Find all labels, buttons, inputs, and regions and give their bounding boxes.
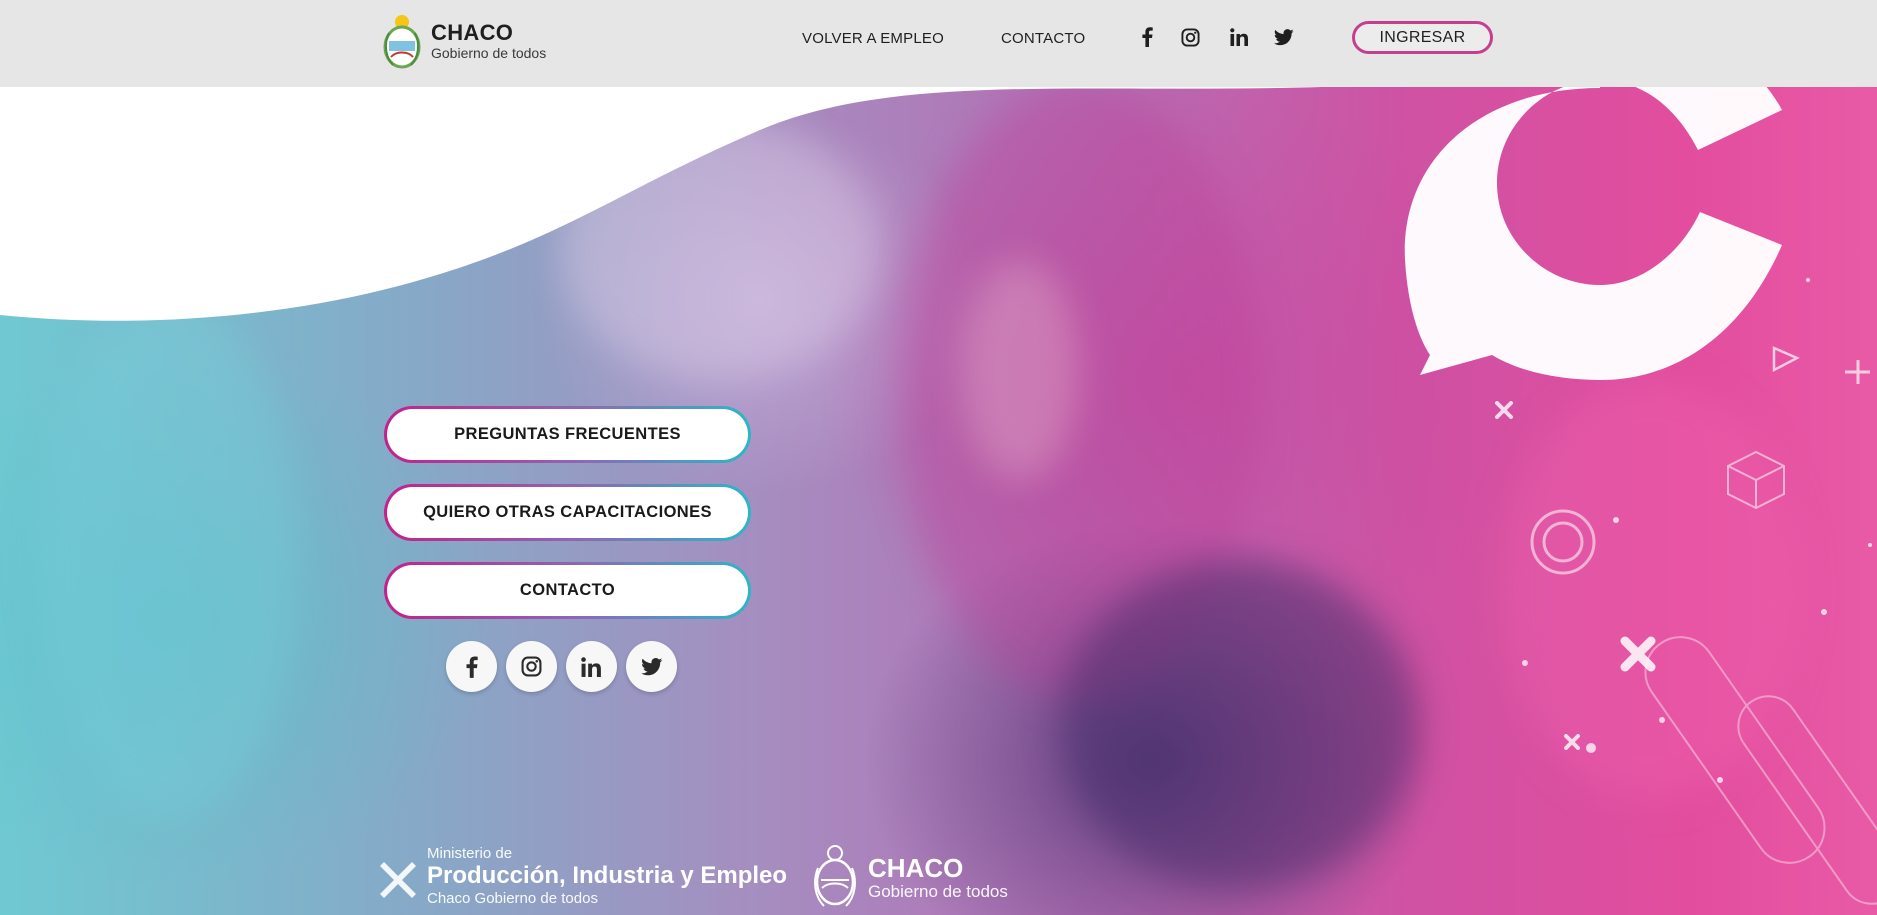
chaco-footer-text: CHACO Gobierno de todos: [868, 855, 1008, 900]
twitter-icon: [640, 657, 662, 675]
brand-title: CHACO: [431, 20, 514, 45]
twitter-icon[interactable]: [1273, 26, 1295, 48]
contacto-button[interactable]: CONTACTO: [384, 562, 751, 619]
ministerio-text: Ministerio de Producción, Industria y Em…: [427, 846, 787, 906]
decorative-shapes: [1404, 20, 1877, 905]
brand-logo[interactable]: CHACO Gobierno de todos: [381, 12, 546, 70]
linkedin-circle-button[interactable]: [566, 641, 617, 692]
nav-volver-a-empleo[interactable]: VOLVER A EMPLEO: [802, 30, 944, 47]
preguntas-frecuentes-button[interactable]: PREGUNTAS FRECUENTES: [384, 406, 751, 463]
ministerio-name: Producción, Industria y Empleo: [427, 862, 788, 889]
chaco-emblem-icon: [383, 15, 421, 69]
instagram-icon: [521, 656, 542, 677]
ministerio-x-icon: [380, 862, 416, 898]
top-header: CHACO Gobierno de todos VOLVER A EMPLEO …: [0, 0, 1877, 87]
brand-text: CHACO Gobierno de todos: [431, 20, 547, 61]
chaco-footer-logo: CHACO Gobierno de todos: [812, 844, 1008, 910]
instagram-circle-button[interactable]: [506, 641, 557, 692]
chaco-emblem-icon: [814, 845, 856, 907]
nav-contacto[interactable]: CONTACTO: [1001, 30, 1085, 47]
facebook-icon[interactable]: [1136, 26, 1158, 48]
ministerio-prefix: Ministerio de: [427, 845, 513, 862]
ministerio-gov: Chaco Gobierno de todos: [427, 890, 598, 907]
twitter-circle-button[interactable]: [626, 641, 677, 692]
linkedin-icon: [581, 656, 601, 677]
brand-subtitle: Gobierno de todos: [431, 45, 547, 61]
ingresar-button[interactable]: INGRESAR: [1352, 21, 1493, 54]
facebook-icon: [466, 655, 478, 678]
facebook-circle-button[interactable]: [446, 641, 497, 692]
chaco-footer-subtitle: Gobierno de todos: [868, 881, 1008, 901]
chaco-footer-title: CHACO: [868, 852, 964, 883]
hero-section: [0, 0, 1877, 915]
linkedin-icon[interactable]: [1228, 26, 1250, 48]
ministerio-logo: Ministerio de Producción, Industria y Em…: [378, 846, 787, 906]
quiero-otras-capacitaciones-button[interactable]: QUIERO OTRAS CAPACITACIONES: [384, 484, 751, 541]
instagram-icon[interactable]: [1179, 26, 1201, 48]
